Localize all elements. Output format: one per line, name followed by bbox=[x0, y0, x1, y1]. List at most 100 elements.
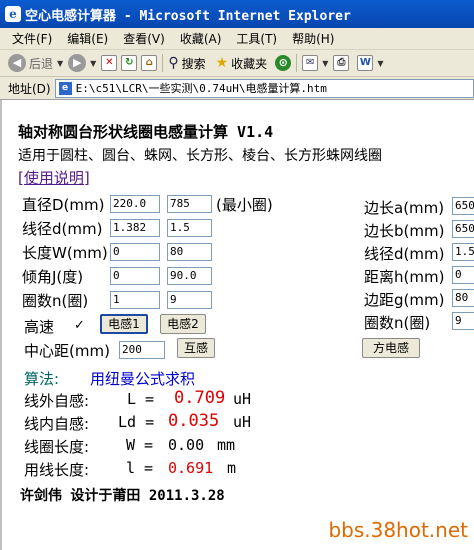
inner-inductance-symbol: Ld = bbox=[118, 413, 155, 431]
inductance1-button[interactable]: 电感1 bbox=[100, 314, 148, 334]
address-label: 地址(D) bbox=[8, 81, 51, 96]
back-button[interactable]: ◀ 后退 bbox=[6, 52, 55, 74]
print-button[interactable]: ⎙ bbox=[331, 52, 351, 74]
square-wire-diameter-input[interactable]: 1.5 bbox=[452, 243, 474, 261]
square-wire-diameter-label: 线径d(mm) bbox=[364, 245, 445, 263]
algorithm-label: 算法: bbox=[24, 370, 60, 388]
high-speed-label: 高速 bbox=[24, 318, 55, 336]
angle-input-2[interactable]: 90.0 bbox=[167, 267, 212, 285]
diameter-max-input[interactable]: 785 bbox=[167, 195, 212, 213]
turns-input-1[interactable]: 1 bbox=[110, 291, 160, 309]
forward-dropdown-icon[interactable]: ▼ bbox=[90, 59, 96, 68]
media-icon: ⊙ bbox=[275, 55, 292, 71]
refresh-icon: ↻ bbox=[121, 55, 138, 71]
distance-h-label: 距离h(mm) bbox=[364, 268, 445, 286]
back-dropdown-icon[interactable]: ▼ bbox=[57, 59, 63, 68]
home-icon: ⌂ bbox=[141, 55, 158, 71]
edit-dropdown-icon[interactable]: ▼ bbox=[377, 59, 383, 68]
square-turns-input[interactable]: 9 bbox=[452, 312, 474, 330]
search-button[interactable]: ⚲ 搜索 bbox=[166, 52, 207, 74]
stop-button[interactable]: ✕ bbox=[99, 52, 119, 74]
forward-arrow-icon: ▶ bbox=[68, 54, 87, 72]
favorites-label: 收藏夹 bbox=[231, 56, 268, 71]
length-input-2[interactable]: 80 bbox=[167, 243, 212, 261]
toolbar-separator bbox=[296, 54, 298, 72]
turns-input-2[interactable]: 9 bbox=[167, 291, 212, 309]
side-b-input[interactable]: 650 bbox=[452, 220, 474, 238]
inner-inductance-value: 0.035 bbox=[168, 411, 220, 431]
title-bar: e 空心电感计算器 - Microsoft Internet Explorer bbox=[0, 0, 474, 28]
menu-edit[interactable]: 编辑(E) bbox=[60, 30, 116, 47]
length-input-1[interactable]: 0 bbox=[110, 243, 160, 261]
outer-inductance-symbol: L = bbox=[127, 390, 155, 408]
forward-button[interactable]: ▶ bbox=[66, 52, 88, 74]
home-button[interactable]: ⌂ bbox=[139, 52, 159, 74]
menu-view[interactable]: 查看(V) bbox=[116, 30, 173, 47]
window-title: 空心电感计算器 - Microsoft Internet Explorer bbox=[25, 8, 351, 24]
back-arrow-icon: ◀ bbox=[8, 54, 26, 72]
toolbar: ◀ 后退 ▼ ▶ ▼ ✕ ↻ ⌂ ⚲ 搜索 ★ 收藏夹 ⊙ ✉ ▼ ⎙ W ▼ bbox=[0, 50, 474, 77]
outer-inductance-label: 线外自感: bbox=[24, 392, 90, 410]
refresh-button[interactable]: ↻ bbox=[119, 52, 139, 74]
outer-inductance-unit: uH bbox=[233, 390, 252, 408]
menu-favorites[interactable]: 收藏(A) bbox=[173, 30, 230, 47]
menu-help[interactable]: 帮助(H) bbox=[285, 30, 342, 47]
address-value: E:\c51\LCR\一些实测\0.74uH\电感量计算.htm bbox=[75, 82, 327, 95]
turns-label: 圈数n(圈) bbox=[22, 292, 89, 310]
center-distance-label: 中心距(mm) bbox=[24, 342, 110, 360]
search-label: 搜索 bbox=[181, 56, 206, 71]
address-input[interactable]: e E:\c51\LCR\一些实测\0.74uH\电感量计算.htm bbox=[54, 78, 474, 98]
stop-icon: ✕ bbox=[101, 55, 118, 71]
page-icon: e bbox=[58, 81, 72, 95]
star-icon: ★ bbox=[215, 55, 229, 71]
toolbar-separator bbox=[162, 54, 164, 72]
angle-input-1[interactable]: 0 bbox=[110, 267, 160, 285]
ie-icon: e bbox=[5, 6, 21, 22]
inner-inductance-unit: uH bbox=[233, 413, 252, 431]
edit-button[interactable]: W bbox=[355, 52, 375, 74]
favorites-button[interactable]: ★ 收藏夹 bbox=[214, 52, 270, 74]
coil-length-unit: mm bbox=[217, 436, 236, 454]
mail-dropdown-icon[interactable]: ▼ bbox=[322, 59, 328, 68]
media-button[interactable]: ⊙ bbox=[273, 52, 293, 74]
wire-length-unit: m bbox=[227, 459, 237, 477]
address-bar: 地址(D) e E:\c51\LCR\一些实测\0.74uH\电感量计算.htm bbox=[0, 77, 474, 100]
wire-diameter-input-1[interactable]: 1.382 bbox=[110, 219, 160, 237]
outer-inductance-value: 0.709 bbox=[174, 388, 226, 408]
wire-diameter-input-2[interactable]: 1.5 bbox=[167, 219, 212, 237]
page-title: 轴对称圆台形状线圈电感量计算 V1.4 bbox=[18, 123, 274, 141]
wire-length-symbol: l = bbox=[126, 459, 154, 477]
word-icon: W bbox=[357, 55, 374, 71]
distance-h-input[interactable]: 0 bbox=[452, 266, 474, 284]
footer-credit: 许剑伟 设计于莆田 2011.3.28 bbox=[20, 488, 225, 504]
wire-length-value: 0.691 bbox=[168, 459, 214, 477]
menu-tools[interactable]: 工具(T) bbox=[229, 30, 285, 47]
side-a-label: 边长a(mm) bbox=[364, 199, 445, 217]
margin-g-input[interactable]: 80 bbox=[452, 289, 474, 307]
coil-length-label: 线圈长度: bbox=[24, 438, 90, 456]
mutual-inductance-button[interactable]: 互感 bbox=[177, 338, 215, 358]
square-inductance-button[interactable]: 方电感 bbox=[362, 338, 420, 358]
back-label: 后退 bbox=[29, 56, 54, 71]
inner-inductance-label: 线内自感: bbox=[24, 415, 90, 433]
inductance2-button[interactable]: 电感2 bbox=[160, 314, 206, 334]
high-speed-checkbox[interactable]: ✓ bbox=[74, 318, 85, 333]
center-distance-input[interactable]: 200 bbox=[119, 341, 165, 359]
min-turn-note: (最小圈) bbox=[216, 196, 273, 214]
mail-icon: ✉ bbox=[302, 55, 319, 71]
angle-label: 倾角J(度) bbox=[22, 268, 84, 286]
menu-bar: 文件(F) 编辑(E) 查看(V) 收藏(A) 工具(T) 帮助(H) bbox=[0, 28, 474, 50]
length-label: 长度W(mm) bbox=[22, 244, 108, 262]
watermark: bbs.38hot.net bbox=[328, 518, 468, 542]
coil-length-symbol: W = bbox=[126, 436, 154, 454]
side-a-input[interactable]: 650 bbox=[452, 197, 474, 215]
help-link[interactable]: [使用说明] bbox=[18, 167, 90, 188]
wire-length-label: 用线长度: bbox=[24, 461, 90, 479]
diameter-min-input[interactable]: 220.0 bbox=[110, 195, 160, 213]
menu-file[interactable]: 文件(F) bbox=[0, 30, 60, 47]
diameter-label: 直径D(mm) bbox=[22, 196, 105, 214]
search-icon: ⚲ bbox=[168, 55, 179, 71]
print-icon: ⎙ bbox=[333, 55, 350, 71]
mail-button[interactable]: ✉ bbox=[300, 52, 320, 74]
wire-diameter-label: 线径d(mm) bbox=[22, 220, 103, 238]
